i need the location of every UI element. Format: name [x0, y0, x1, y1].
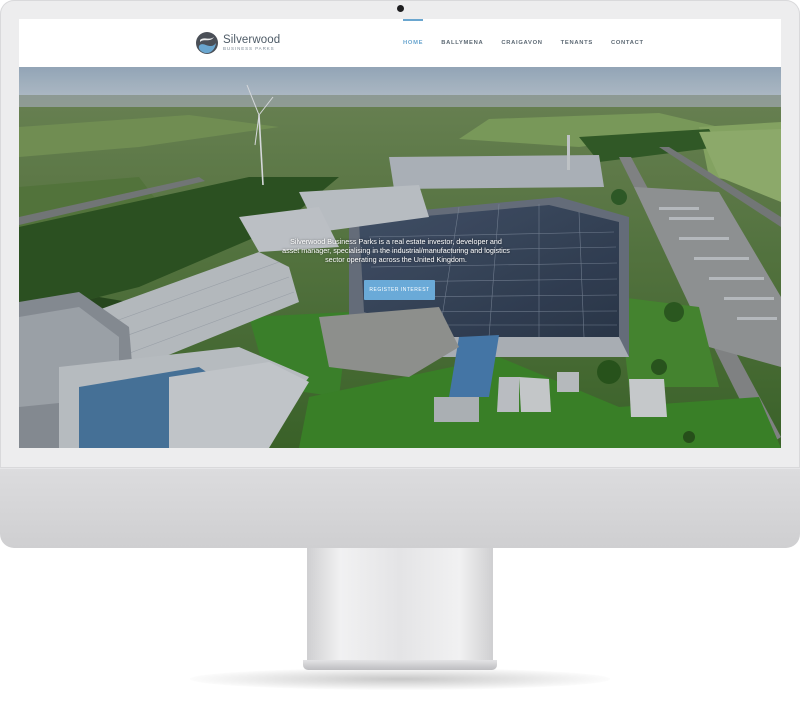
main-nav: HOME BALLYMENA CRAIGAVON TENANTS CONTACT — [403, 19, 662, 67]
camera-icon — [397, 5, 404, 12]
nav-item-ballymena[interactable]: BALLYMENA — [441, 19, 483, 67]
logo-subtitle: BUSINESS PARKS — [223, 46, 275, 51]
floor-shadow — [190, 668, 610, 690]
nav-item-tenants[interactable]: TENANTS — [561, 19, 593, 67]
register-interest-button[interactable]: REGISTER INTEREST — [364, 280, 435, 300]
nav-item-home[interactable]: HOME — [403, 19, 424, 67]
imac-mockup: Silverwood BUSINESS PARKS HOME BALLYMENA… — [0, 0, 800, 718]
screen: Silverwood BUSINESS PARKS HOME BALLYMENA… — [19, 19, 781, 448]
monitor-stand — [307, 548, 493, 662]
silverwood-swirl-icon — [196, 32, 218, 54]
hero-description: Silverwood Business Parks is a real esta… — [282, 237, 510, 264]
monitor-stand-base — [303, 660, 497, 670]
monitor-chin — [0, 468, 800, 548]
site-logo[interactable]: Silverwood BUSINESS PARKS — [195, 31, 280, 55]
logo-name: Silverwood — [223, 33, 281, 46]
nav-item-contact[interactable]: CONTACT — [611, 19, 644, 67]
hero-section: Silverwood Business Parks is a real esta… — [19, 67, 781, 448]
nav-item-craigavon[interactable]: CRAIGAVON — [501, 19, 542, 67]
site-header: Silverwood BUSINESS PARKS HOME BALLYMENA… — [19, 19, 781, 68]
